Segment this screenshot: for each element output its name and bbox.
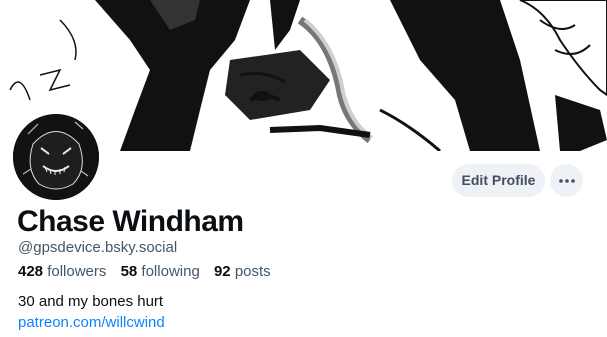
posts-count: 92 <box>213 263 231 280</box>
following-link[interactable]: 58 following <box>121 263 200 280</box>
display-name: Chase Windham <box>17 205 244 238</box>
followers-label: followers <box>47 263 107 280</box>
edit-profile-button[interactable]: Edit Profile <box>452 164 545 197</box>
avatar-image <box>13 114 99 200</box>
following-label: following <box>141 263 200 280</box>
ellipsis-icon <box>558 178 575 183</box>
profile-bio: 30 and my bones hurt <box>18 293 164 310</box>
avatar[interactable] <box>10 111 102 203</box>
following-count: 58 <box>120 263 138 280</box>
followers-count: 428 <box>18 263 44 280</box>
bio-link[interactable]: patreon.com/willcwind <box>18 314 165 331</box>
user-handle: @gpsdevice.bsky.social <box>18 239 178 256</box>
profile-stats: 428 followers 58 following 92 posts <box>18 263 281 280</box>
followers-link[interactable]: 428 followers <box>18 263 106 280</box>
posts-stat: 92 posts <box>214 263 271 280</box>
posts-label: posts <box>234 263 271 280</box>
more-options-button[interactable] <box>550 164 583 197</box>
